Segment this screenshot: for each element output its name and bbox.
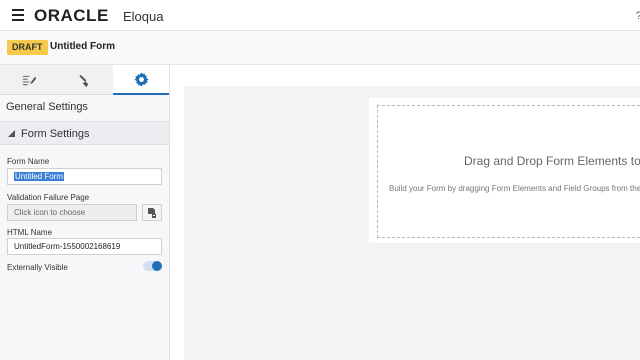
form-settings-title: Form Settings bbox=[21, 128, 90, 140]
hamburger-menu-icon[interactable] bbox=[12, 9, 24, 21]
validation-failure-label: Validation Failure Page bbox=[7, 193, 90, 202]
drop-zone-title: Drag and Drop Form Elements to bbox=[464, 154, 640, 168]
tab-settings[interactable] bbox=[113, 65, 169, 95]
settings-sidebar: General Settings Form Settings Form Name… bbox=[0, 65, 170, 360]
form-header: DRAFT Untitled Form bbox=[0, 31, 640, 65]
form-settings-section[interactable]: Form Settings bbox=[0, 121, 169, 145]
toggle-knob bbox=[152, 261, 162, 271]
tab-styles[interactable] bbox=[57, 65, 113, 95]
form-name-input[interactable]: Untitled Form bbox=[7, 168, 162, 185]
externally-visible-label: Externally Visible bbox=[7, 263, 68, 272]
general-settings-heading: General Settings bbox=[6, 101, 88, 113]
oracle-logo: ORACLE bbox=[34, 6, 109, 25]
top-bar: ORACLE Eloqua ? bbox=[0, 0, 640, 31]
tab-form-elements[interactable] bbox=[0, 65, 56, 95]
validation-failure-input[interactable]: Click icon to choose bbox=[7, 204, 137, 221]
drop-zone-subtitle: Build your Form by dragging Form Element… bbox=[389, 184, 640, 193]
choose-page-button[interactable] bbox=[142, 204, 162, 221]
brush-icon bbox=[78, 74, 88, 87]
externally-visible-toggle[interactable] bbox=[143, 261, 162, 271]
form-name-label: Form Name bbox=[7, 157, 50, 166]
html-name-label: HTML Name bbox=[7, 228, 53, 237]
form-icon bbox=[22, 75, 36, 85]
document-picker-icon bbox=[148, 207, 156, 218]
collapse-triangle-icon[interactable] bbox=[8, 130, 15, 137]
html-name-input[interactable]: UntitledForm-1550002168619 bbox=[7, 238, 162, 255]
status-badge: DRAFT bbox=[7, 40, 48, 55]
drop-zone-border bbox=[377, 105, 640, 238]
product-name: Eloqua bbox=[123, 9, 164, 24]
form-title[interactable]: Untitled Form bbox=[50, 41, 115, 52]
help-icon[interactable]: ? bbox=[636, 10, 640, 22]
sidebar-tabs bbox=[0, 65, 169, 95]
gear-icon bbox=[133, 71, 149, 87]
